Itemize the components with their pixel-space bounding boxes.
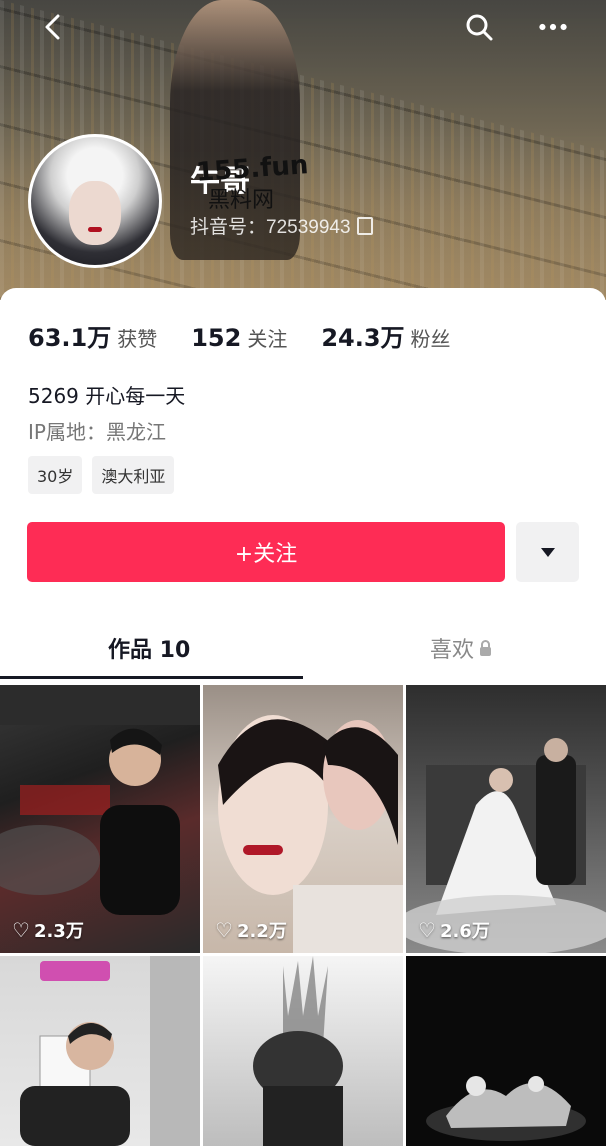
stat-likes-count: 63.1万 — [28, 324, 112, 352]
watermark-text-2: 黑料网 — [208, 188, 275, 213]
heart-icon: ♡ — [418, 918, 436, 942]
thumbnail-wedding-image — [406, 738, 606, 953]
profile-header-background: 牛哥 155.fun 黑料网 抖音号：72539943 — [0, 0, 606, 300]
tab-likes[interactable]: 喜欢 — [430, 632, 492, 664]
video-like-count: ♡ 2.3万 — [12, 917, 84, 943]
video-thumbnail[interactable] — [406, 956, 606, 1146]
heart-icon: ♡ — [12, 918, 30, 942]
thumbnail-driver-image — [0, 685, 200, 915]
douyin-id[interactable]: 抖音号：72539943 — [190, 212, 373, 239]
ip-location: IP属地：黑龙江 — [28, 420, 166, 444]
tab-underline — [0, 676, 303, 679]
content-tabs: 作品 10 喜欢 — [0, 618, 606, 680]
video-like-text: 2.3万 — [33, 921, 84, 942]
thumbnail-man-image — [20, 956, 200, 1146]
copy-icon[interactable] — [356, 217, 373, 235]
video-thumbnail[interactable]: ♡ 2.3万 — [0, 685, 200, 953]
video-like-text: 2.6万 — [439, 921, 490, 942]
thumbnail-silhouette-image — [253, 956, 343, 1146]
video-thumbnail[interactable] — [0, 956, 200, 1146]
video-thumbnail[interactable]: ♡ 2.6万 — [406, 685, 606, 953]
stat-likes-label: 获赞 — [117, 327, 158, 351]
stat-following-count: 152 — [191, 324, 242, 352]
more-icon[interactable] — [538, 12, 568, 42]
stat-fans[interactable]: 24.3万 粉丝 — [321, 318, 450, 353]
video-thumbnail[interactable]: ♡ 2.2万 — [203, 685, 403, 953]
avatar[interactable] — [28, 134, 162, 268]
thumbnail-jewelry-image — [426, 1076, 586, 1141]
heart-icon: ♡ — [215, 918, 233, 942]
video-like-text: 2.2万 — [236, 921, 287, 942]
tab-works[interactable]: 作品 10 — [108, 632, 190, 664]
dropdown-triangle-icon — [540, 547, 555, 557]
avatar-face — [69, 181, 121, 245]
stat-fans-count: 24.3万 — [321, 324, 405, 352]
stat-following-label: 关注 — [247, 327, 288, 351]
tag-location: 澳大利亚 — [92, 456, 175, 494]
video-like-count: ♡ 2.2万 — [215, 917, 287, 943]
video-thumbnail[interactable] — [203, 956, 403, 1146]
stat-likes[interactable]: 63.1万 获赞 — [28, 318, 157, 353]
follow-button[interactable]: +关注 — [27, 522, 505, 582]
tag-age: 30岁 — [28, 456, 83, 494]
search-icon[interactable] — [464, 12, 494, 42]
back-icon[interactable] — [38, 12, 68, 42]
tag-list: 30岁 澳大利亚 — [28, 456, 175, 494]
stat-fans-label: 粉丝 — [410, 327, 451, 351]
profile-card: 63.1万 获赞 152 关注 24.3万 粉丝 5269 开心每一天 IP属地：黑龙… — [0, 288, 606, 1146]
thumbnail-women-image — [218, 715, 403, 953]
video-like-count: ♡ 2.6万 — [418, 917, 490, 943]
stats-row: 63.1万 获赞 152 关注 24.3万 粉丝 — [28, 318, 451, 353]
douyin-id-text: 抖音号：72539943 — [190, 217, 351, 238]
tab-likes-label: 喜欢 — [430, 638, 475, 663]
bio-text: 5269 开心每一天 — [28, 384, 186, 408]
stat-following[interactable]: 152 关注 — [191, 323, 287, 352]
lock-icon — [480, 640, 492, 656]
more-options-button[interactable] — [516, 522, 579, 582]
avatar-lips — [88, 227, 102, 232]
